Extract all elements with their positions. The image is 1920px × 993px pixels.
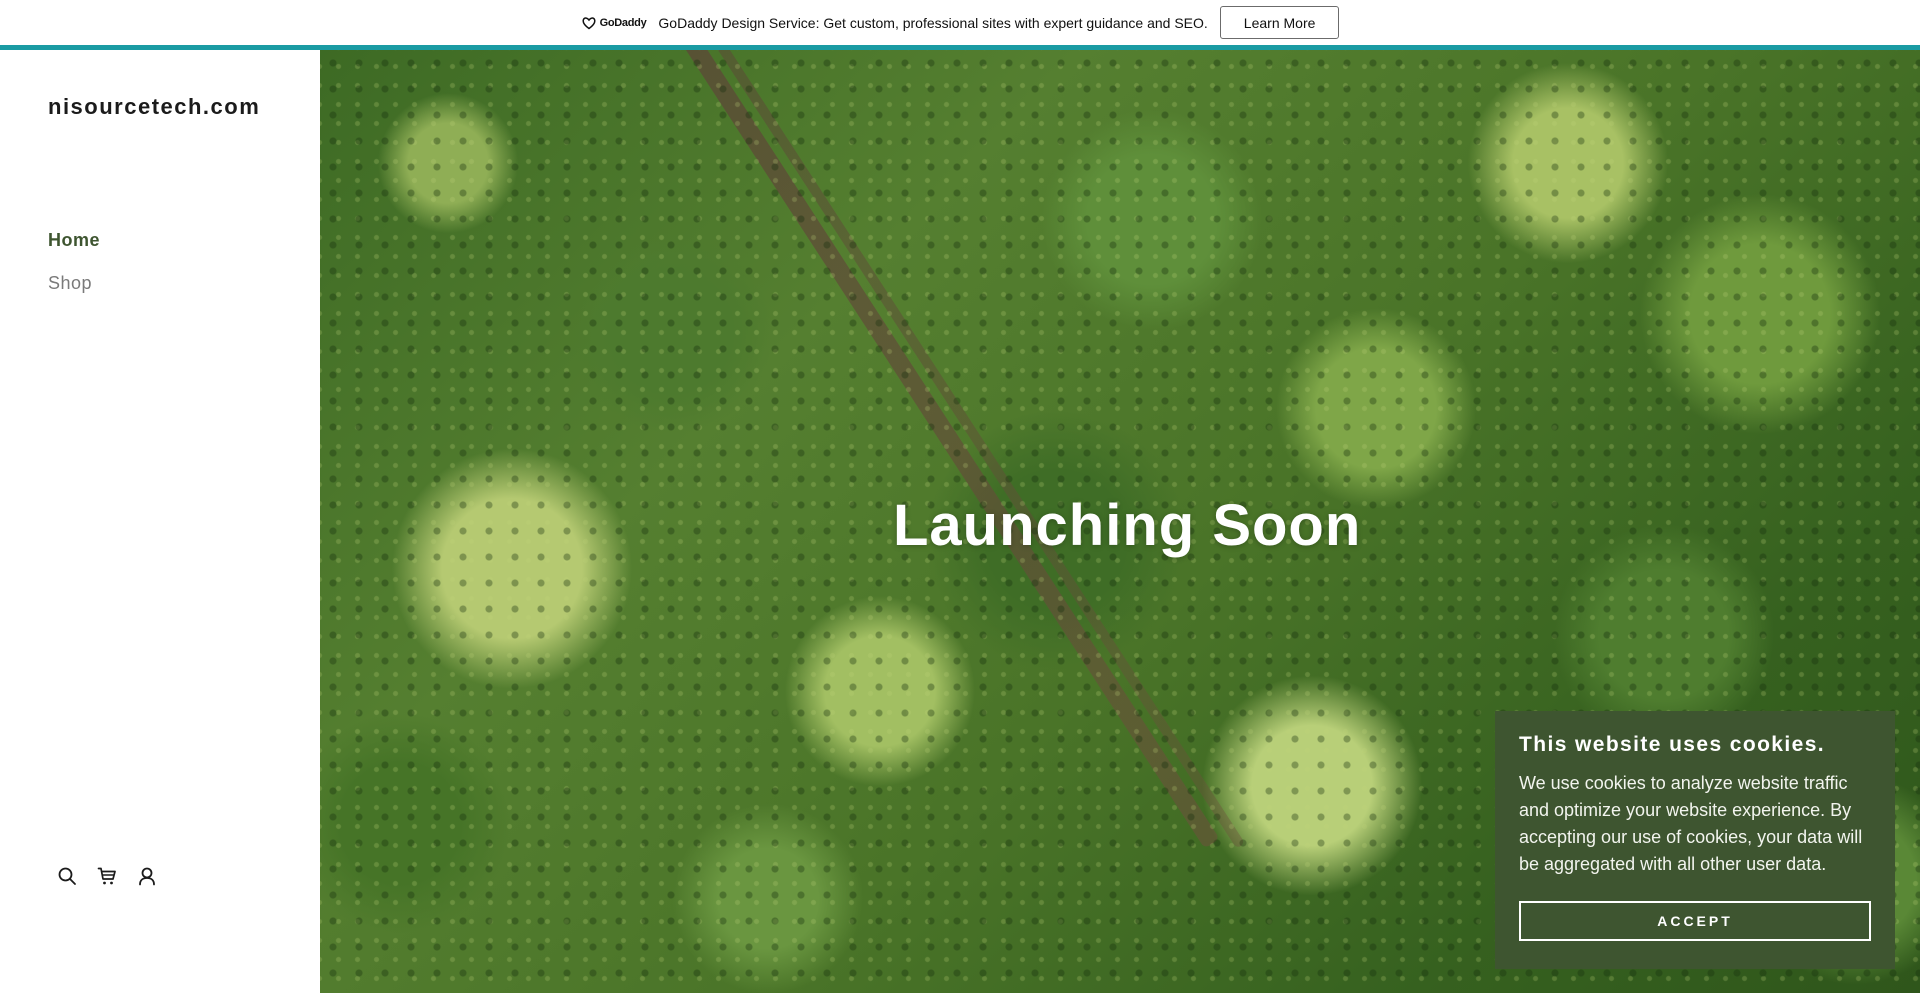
site-title[interactable]: nisourcetech.com [48, 94, 260, 120]
promo-message: GoDaddy Design Service: Get custom, prof… [658, 14, 1208, 31]
cookie-banner: This website uses cookies. We use cookie… [1495, 711, 1895, 969]
promo-bar: GoDaddy GoDaddy Design Service: Get cust… [0, 0, 1920, 45]
godaddy-logo: GoDaddy [581, 16, 647, 30]
sidebar: nisourcetech.com Home Shop [0, 50, 320, 993]
sidebar-nav: Home Shop [48, 230, 100, 294]
cookie-body: We use cookies to analyze website traffi… [1519, 773, 1863, 874]
nav-link-home[interactable]: Home [48, 230, 100, 251]
learn-more-button[interactable]: Learn More [1219, 6, 1340, 39]
godaddy-logo-icon [582, 16, 596, 29]
cart-icon [97, 867, 116, 885]
cart-button[interactable] [96, 865, 118, 887]
hero-title: Launching Soon [893, 493, 1362, 558]
account-button[interactable] [136, 865, 158, 887]
account-icon [139, 867, 155, 886]
search-icon [58, 867, 76, 885]
nav-link-shop[interactable]: Shop [48, 273, 100, 294]
godaddy-logo-text: GoDaddy [599, 16, 647, 29]
sidebar-utility-icons [56, 865, 158, 887]
accept-cookies-button[interactable]: ACCEPT [1519, 901, 1871, 941]
cookie-title: This website uses cookies. [1519, 733, 1826, 756]
search-button[interactable] [56, 865, 78, 887]
